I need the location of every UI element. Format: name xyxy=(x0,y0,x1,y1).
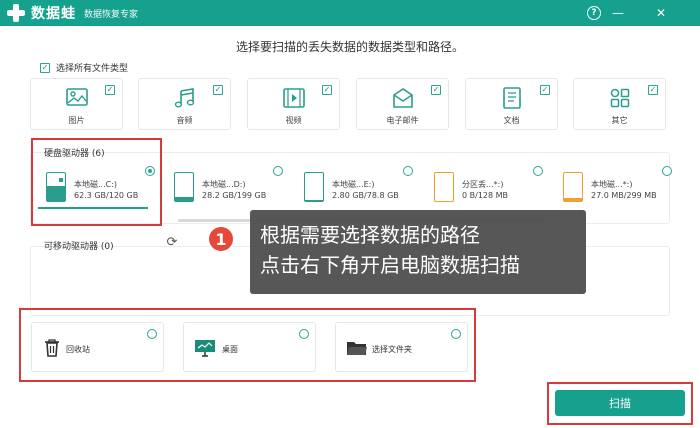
hard-drive-icon xyxy=(304,172,324,202)
file-type-label: 电子邮件 xyxy=(386,116,419,125)
drive-usage-fill xyxy=(305,199,323,201)
file-type-email[interactable]: ✓ 电子邮件 xyxy=(356,78,449,130)
file-type-label: 图片 xyxy=(68,116,85,125)
film-icon xyxy=(282,88,305,108)
checkbox-checked-icon[interactable]: ✓ xyxy=(431,85,441,95)
refresh-icon[interactable]: ⟳ xyxy=(165,236,179,250)
hard-drive-icon xyxy=(563,172,583,202)
highlight-box-scan xyxy=(547,382,693,425)
drive-name: 本地磁...D:) xyxy=(202,180,246,189)
radio-unselected-icon[interactable] xyxy=(533,166,543,176)
file-type-audio[interactable]: ✓ 音频 xyxy=(138,78,231,130)
file-type-label: 视频 xyxy=(285,116,302,125)
tooltip-line-2: 点击右下角开启电脑数据扫描 xyxy=(260,253,520,277)
checkbox-checked-icon[interactable]: ✓ xyxy=(322,85,332,95)
drive-item[interactable]: 本地磁...D:) 28.2 GB/199 GB xyxy=(164,160,289,210)
guide-tooltip: 根据需要选择数据的路径 点击右下角开启电脑数据扫描 xyxy=(250,210,586,294)
drive-item[interactable]: 本地磁...E:) 2.80 GB/78.8 GB xyxy=(294,160,419,210)
image-icon xyxy=(65,88,88,106)
removable-drive-title: 可移动驱动器 (0) xyxy=(44,242,114,252)
select-all-checkbox[interactable]: ✓ 选择所有文件类型 xyxy=(40,61,128,74)
minimize-icon: — xyxy=(612,6,624,20)
checkbox-checked-icon[interactable]: ✓ xyxy=(540,85,550,95)
drive-size: 27.0 MB/299 MB xyxy=(591,191,657,200)
drive-size: 0 B/128 MB xyxy=(462,191,509,200)
help-button[interactable]: ? xyxy=(585,4,603,22)
document-icon xyxy=(502,87,521,109)
file-type-list: ✓ 图片 ✓ 音频 ✓ 视频 ✓ 电子邮件 ✓ 文档 ✓ 其它 xyxy=(30,78,666,130)
drive-size: 28.2 GB/199 GB xyxy=(202,191,267,200)
select-all-label: 选择所有文件类型 xyxy=(56,64,129,74)
page-heading: 选择要扫描的丢失数据的数据类型和路径。 xyxy=(235,40,464,54)
radio-unselected-icon[interactable] xyxy=(662,166,672,176)
apps-grid-icon xyxy=(610,88,629,108)
drive-name: 分区丢...*:) xyxy=(462,180,504,189)
highlight-box-hard-disk xyxy=(31,138,162,226)
app-subtitle: 数据恢复专家 xyxy=(84,9,139,20)
highlight-box-locations xyxy=(19,308,476,382)
drive-name: 本地磁...*:) xyxy=(591,180,633,189)
drive-name: 本地磁...E:) xyxy=(332,180,375,189)
hard-drive-icon xyxy=(174,172,194,202)
help-icon: ? xyxy=(587,6,601,20)
file-type-label: 音频 xyxy=(176,116,193,125)
radio-unselected-icon[interactable] xyxy=(273,166,283,176)
checkbox-checked-icon[interactable]: ✓ xyxy=(105,85,115,95)
close-icon: ✕ xyxy=(655,6,667,20)
drive-usage-fill xyxy=(175,197,193,201)
logo-cross-icon xyxy=(6,3,26,23)
minimize-button[interactable]: — xyxy=(609,4,627,22)
file-type-label: 文档 xyxy=(503,116,520,125)
drive-item[interactable]: 本地磁...*:) 27.0 MB/299 MB xyxy=(553,160,678,210)
hard-drive-icon xyxy=(434,172,454,202)
app-logo: 数据蛙 数据恢复专家 xyxy=(6,3,138,23)
close-button[interactable]: ✕ xyxy=(652,4,670,22)
checkbox-checked-icon[interactable]: ✓ xyxy=(213,85,223,95)
step-number-badge: 1 xyxy=(207,225,235,253)
file-type-video[interactable]: ✓ 视频 xyxy=(247,78,340,130)
file-type-label: 其它 xyxy=(611,116,628,125)
checkbox-checked-icon: ✓ xyxy=(40,62,50,73)
drive-usage-fill xyxy=(564,198,582,201)
drive-size: 2.80 GB/78.8 GB xyxy=(332,191,399,200)
app-name: 数据蛙 xyxy=(31,6,76,22)
drive-item[interactable]: 分区丢...*:) 0 B/128 MB xyxy=(424,160,549,210)
title-bar: 数据蛙 数据恢复专家 ? — ✕ xyxy=(0,0,700,26)
envelope-icon xyxy=(392,88,413,108)
radio-unselected-icon[interactable] xyxy=(403,166,413,176)
file-type-other[interactable]: ✓ 其它 xyxy=(573,78,666,130)
checkbox-checked-icon[interactable]: ✓ xyxy=(648,85,658,95)
file-type-image[interactable]: ✓ 图片 xyxy=(30,78,123,130)
music-note-icon xyxy=(174,88,194,108)
tooltip-line-1: 根据需要选择数据的路径 xyxy=(260,223,480,247)
file-type-document[interactable]: ✓ 文档 xyxy=(465,78,558,130)
